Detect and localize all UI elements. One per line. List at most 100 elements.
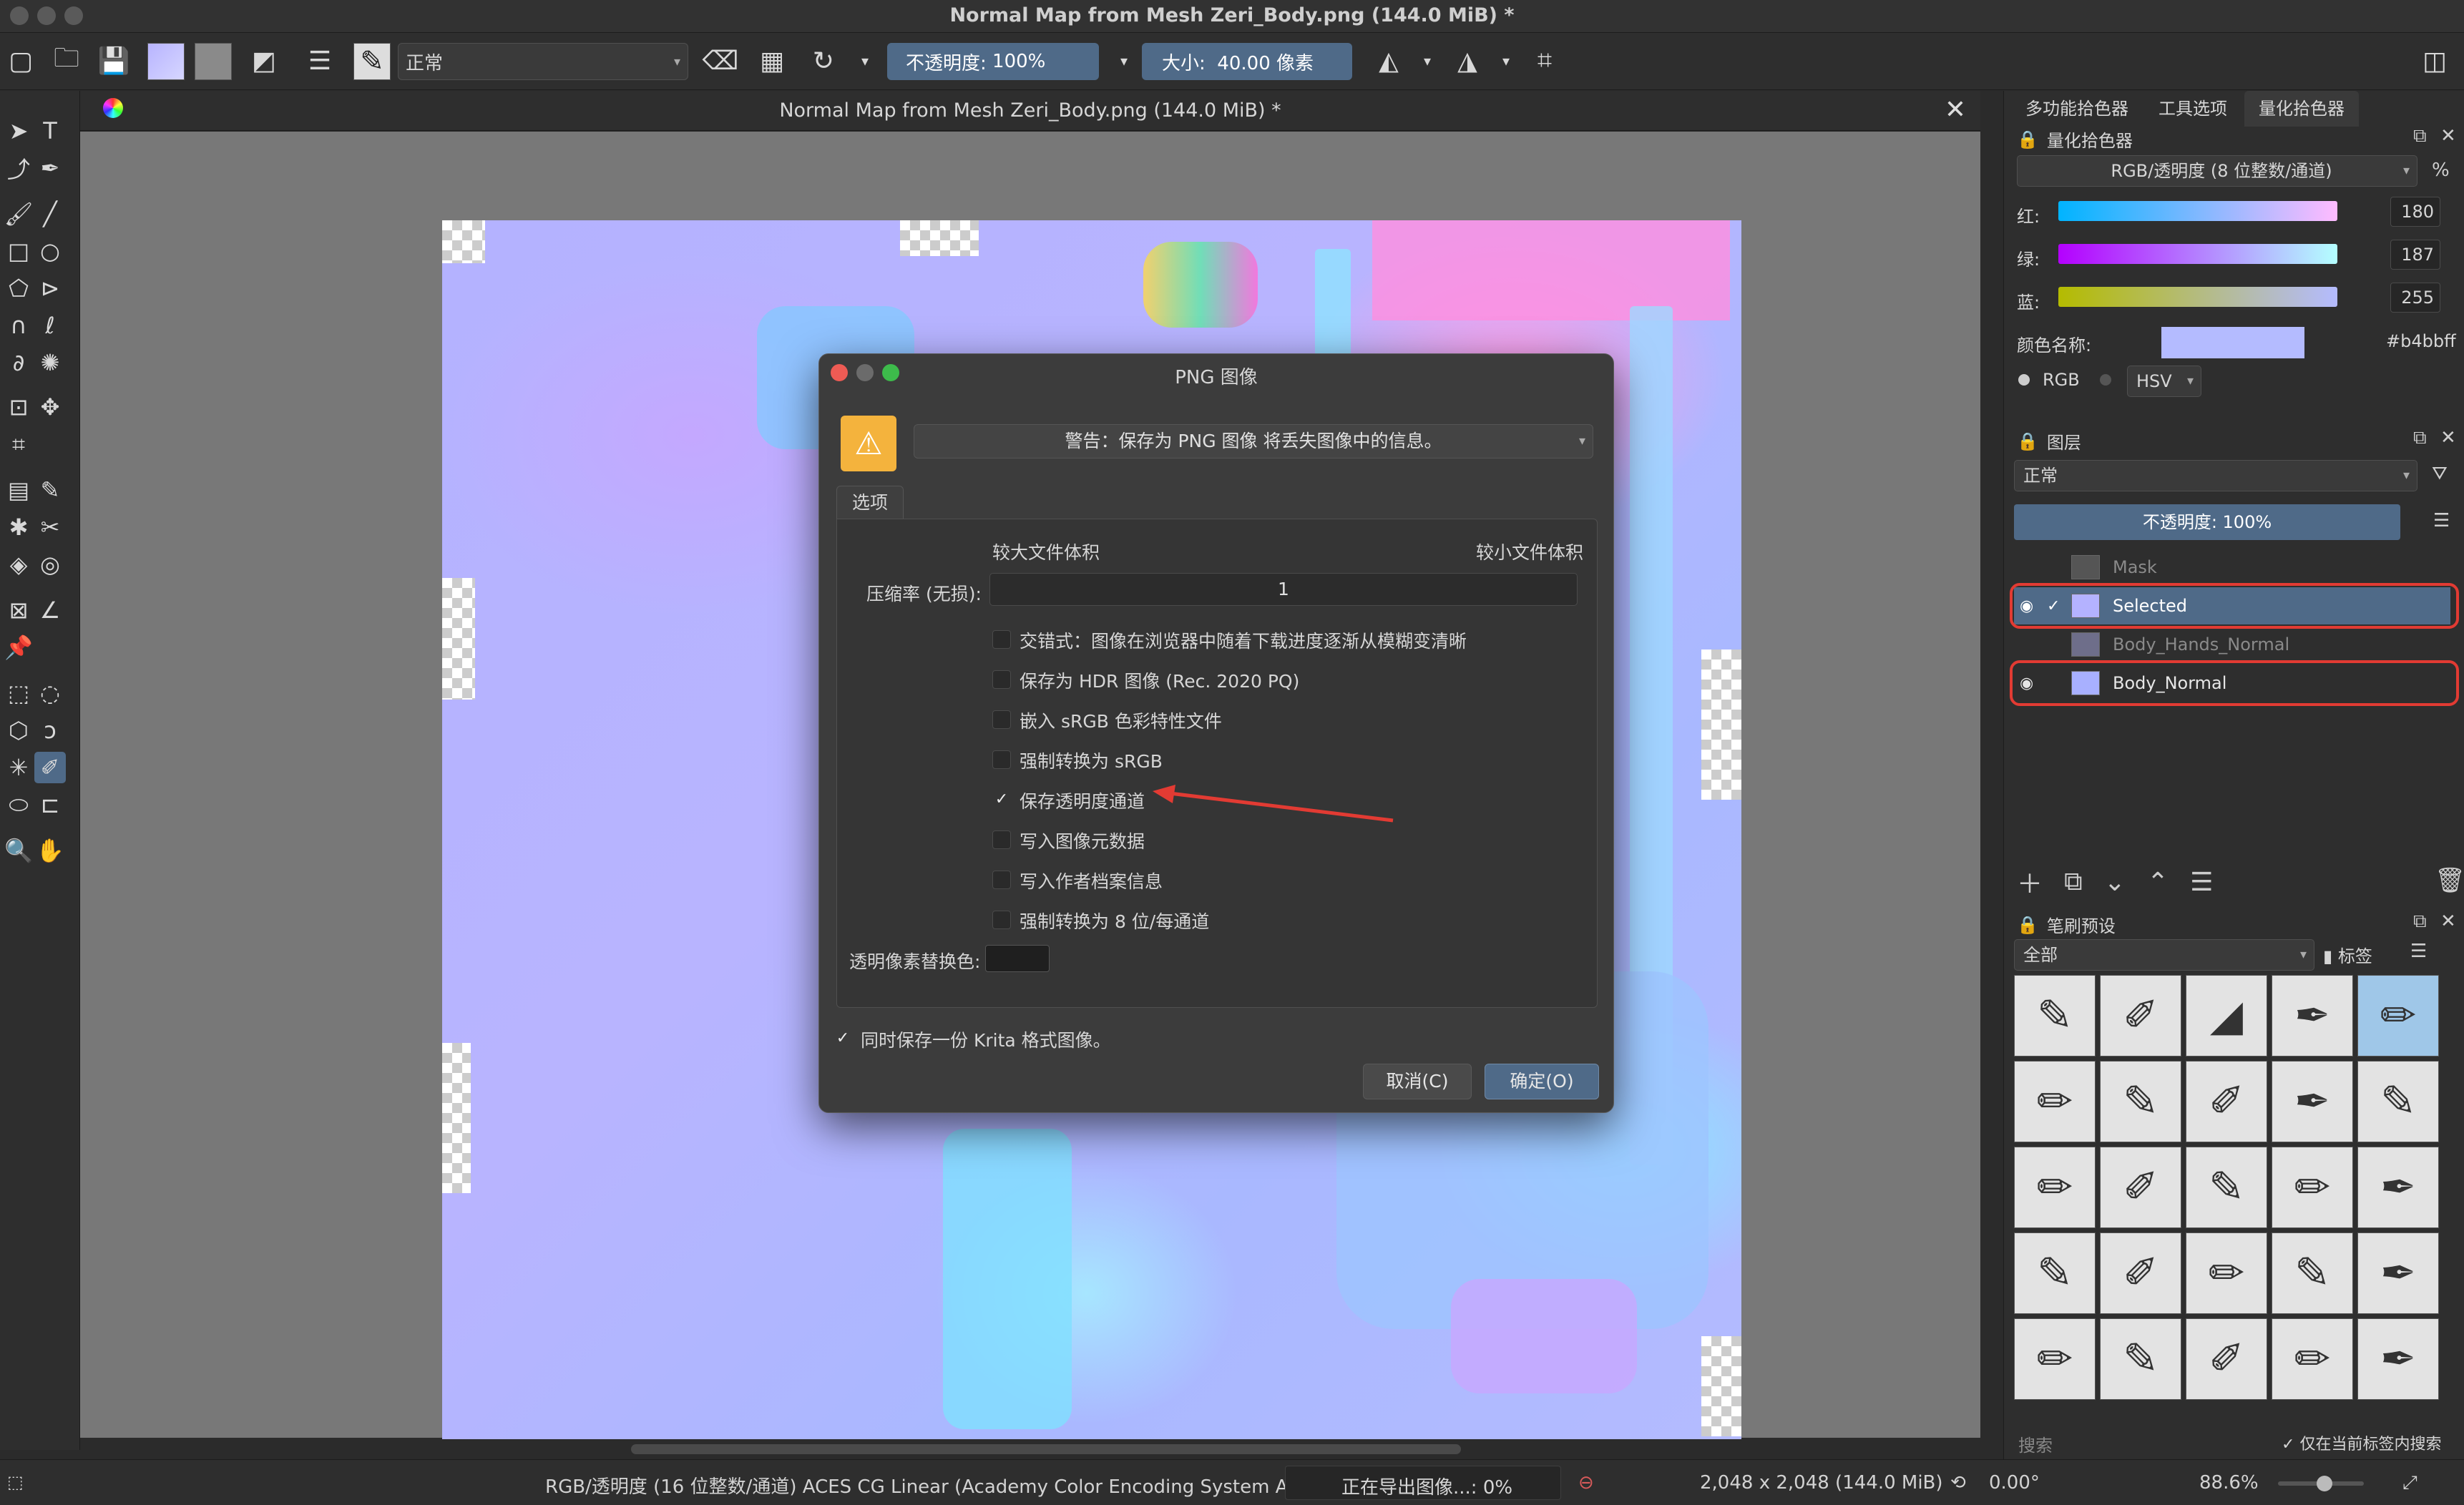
brush-settings-icon[interactable]: ☰ bbox=[302, 43, 338, 79]
horizontal-scrollbar[interactable] bbox=[80, 1439, 1980, 1459]
close-panel-icon[interactable]: ✕ bbox=[2440, 911, 2456, 932]
assistant-tool-icon[interactable]: ⊠ bbox=[3, 594, 34, 626]
brush-preset[interactable]: ✒ bbox=[2357, 1147, 2439, 1228]
layer-menu-icon[interactable]: ☰ bbox=[2433, 510, 2450, 531]
brush-preset[interactable]: ✎ bbox=[2272, 1232, 2353, 1314]
transform-tool-icon[interactable]: ⊡ bbox=[3, 391, 34, 423]
chevron-down-icon[interactable]: ▾ bbox=[1106, 43, 1142, 79]
close-panel-icon[interactable]: ✕ bbox=[2440, 427, 2456, 448]
cancel-export-icon[interactable]: ⊖ bbox=[1578, 1472, 1594, 1494]
layer-properties-icon[interactable]: ☰ bbox=[2190, 868, 2213, 897]
brush-preset[interactable]: ✎ bbox=[2186, 1147, 2267, 1228]
brush-preset[interactable]: ✏ bbox=[2186, 1232, 2267, 1314]
transparent-fill-color[interactable] bbox=[985, 945, 1050, 972]
mirror-horizontal-icon[interactable]: ◭ bbox=[1371, 43, 1407, 79]
fg-bg-color-icon[interactable]: ◩ bbox=[246, 43, 282, 79]
hsv-select[interactable]: HSV ▾ bbox=[2127, 366, 2201, 397]
view-mode-icon[interactable]: ☰ bbox=[2410, 941, 2427, 962]
brush-preset[interactable]: ✏ bbox=[2272, 1147, 2353, 1228]
move-up-icon[interactable]: ⌃ bbox=[2147, 868, 2169, 897]
float-panel-icon[interactable]: ⧉ bbox=[2413, 125, 2427, 147]
brush-preset[interactable]: ✐ bbox=[2100, 975, 2181, 1057]
brush-preset[interactable]: ✒ bbox=[2272, 975, 2353, 1057]
brush-preset[interactable]: ✐ bbox=[2100, 1232, 2181, 1314]
brush-preset[interactable]: ✎ bbox=[2357, 1061, 2439, 1142]
rectangle-tool-icon[interactable]: □ bbox=[3, 235, 34, 267]
add-layer-icon[interactable]: ＋ bbox=[2017, 863, 2043, 901]
measure-tool-icon[interactable]: ∠ bbox=[34, 594, 66, 626]
only-current-tag-checkbox[interactable]: ✓ 仅在当前标签内搜索 bbox=[2282, 1431, 2441, 1454]
layer-row[interactable]: Body_Hands_Normal bbox=[2014, 626, 2450, 663]
float-panel-icon[interactable]: ⧉ bbox=[2413, 911, 2427, 933]
tab-options[interactable]: 选项 bbox=[836, 486, 904, 520]
save-icon[interactable]: 💾 bbox=[96, 43, 132, 79]
pan-tool-icon[interactable]: ✋ bbox=[34, 835, 66, 866]
option-checkbox[interactable] bbox=[992, 670, 1011, 689]
rgb-radio[interactable] bbox=[2018, 374, 2030, 386]
line-tool-icon[interactable]: ╱ bbox=[34, 198, 66, 230]
warning-select[interactable]: 警告：保存为 PNG 图像 将丢失图像中的信息。 ▾ bbox=[914, 424, 1593, 459]
size-spinbox[interactable]: 大小: 40.00 像素 bbox=[1142, 43, 1352, 80]
polygon-select-icon[interactable]: ⬡ bbox=[3, 715, 34, 746]
red-value[interactable]: 180 bbox=[2390, 197, 2440, 227]
lock-icon[interactable]: 🔒 bbox=[2017, 129, 2038, 149]
multibrush-icon[interactable]: ✺ bbox=[34, 347, 66, 378]
chevron-down-icon[interactable]: ▾ bbox=[847, 43, 883, 79]
ellipse-tool-icon[interactable]: ○ bbox=[34, 235, 66, 267]
tag-button[interactable]: ▮ 标签 bbox=[2323, 942, 2372, 967]
reload-preset-icon[interactable]: ↻ bbox=[806, 43, 841, 79]
filter-icon[interactable]: ⛛ bbox=[2432, 463, 2448, 485]
reference-tool-icon[interactable]: 📌 bbox=[3, 632, 34, 663]
text-tool-icon[interactable]: T bbox=[34, 115, 66, 147]
brush-filter-select[interactable]: 全部 ▾ bbox=[2014, 939, 2314, 971]
green-slider[interactable] bbox=[2058, 244, 2337, 264]
layer-opacity-slider[interactable]: 不透明度: 100% bbox=[2014, 504, 2400, 540]
zoom-tool-icon[interactable]: 🔍 bbox=[3, 835, 34, 866]
move-down-icon[interactable]: ⌄ bbox=[2104, 868, 2126, 897]
magnetic-select-icon[interactable]: ⊏ bbox=[34, 789, 66, 820]
contiguous-select-icon[interactable]: ✳ bbox=[3, 752, 34, 783]
option-checkbox-checked[interactable]: ✓ bbox=[992, 790, 1011, 809]
lock-icon[interactable]: 🔒 bbox=[2017, 431, 2038, 451]
green-value[interactable]: 187 bbox=[2390, 240, 2440, 270]
float-panel-icon[interactable]: ⧉ bbox=[2413, 427, 2427, 449]
eraser-icon[interactable]: ⌫ bbox=[703, 43, 739, 79]
hsv-radio[interactable] bbox=[2100, 374, 2111, 386]
rect-select-icon[interactable]: ⬚ bbox=[3, 677, 34, 709]
close-document-icon[interactable]: ✕ bbox=[1945, 95, 1966, 124]
layer-blend-select[interactable]: 正常 ▾ bbox=[2014, 460, 2417, 491]
brush-preset-selected[interactable]: ✏ bbox=[2357, 975, 2439, 1057]
brush-preset[interactable]: ✐ bbox=[2186, 1061, 2267, 1142]
brush-preset[interactable]: ✎ bbox=[2100, 1061, 2181, 1142]
gradient-tool-icon[interactable]: ▤ bbox=[3, 474, 34, 506]
bezier-select-icon[interactable]: ⬭ bbox=[3, 789, 34, 820]
brush-preset[interactable]: ✐ bbox=[2186, 1318, 2267, 1400]
chevron-down-icon[interactable]: ▾ bbox=[1488, 43, 1524, 79]
layer-row[interactable]: Mask bbox=[2014, 549, 2450, 586]
blue-slider[interactable] bbox=[2058, 287, 2337, 307]
document-tab[interactable]: Normal Map from Mesh Zeri_Body.png (144.… bbox=[80, 91, 1980, 131]
brush-preset[interactable]: ✒ bbox=[2357, 1318, 2439, 1400]
brush-preset-icon[interactable]: ✎ bbox=[353, 43, 391, 80]
brush-preset[interactable]: ◢ bbox=[2186, 975, 2267, 1057]
new-document-icon[interactable]: ▢ bbox=[3, 43, 39, 79]
option-checkbox[interactable] bbox=[992, 830, 1011, 849]
zoom-slider-handle[interactable] bbox=[2317, 1476, 2332, 1491]
brush-preset[interactable]: ✎ bbox=[2100, 1318, 2181, 1400]
vertical-scrollbar[interactable] bbox=[1982, 132, 2002, 1438]
option-checkbox[interactable] bbox=[992, 871, 1011, 889]
lock-icon[interactable]: 🔒 bbox=[2017, 915, 2038, 935]
selection-icon[interactable]: ⬚ bbox=[7, 1472, 24, 1492]
blue-value[interactable]: 255 bbox=[2390, 283, 2440, 313]
tab-advanced-color-selector[interactable]: 多功能拾色器 bbox=[2013, 91, 2141, 127]
tab-specific-color-selector[interactable]: 量化拾色器 bbox=[2244, 91, 2359, 127]
fullscreen-icon[interactable]: ⤢ bbox=[2402, 1472, 2417, 1494]
gradient-swatch[interactable] bbox=[147, 43, 185, 80]
brush-preset[interactable]: ✏ bbox=[2014, 1061, 2096, 1142]
freehand-brush-icon[interactable]: 🖌 bbox=[3, 198, 34, 230]
open-folder-icon[interactable]: 🗀 bbox=[49, 43, 84, 79]
duplicate-layer-icon[interactable]: ⧉ bbox=[2064, 867, 2083, 897]
fill-tool-icon[interactable]: ◈ bbox=[3, 549, 34, 580]
brush-preset[interactable]: ✐ bbox=[2100, 1147, 2181, 1228]
tab-tool-options[interactable]: 工具选项 bbox=[2148, 91, 2237, 127]
